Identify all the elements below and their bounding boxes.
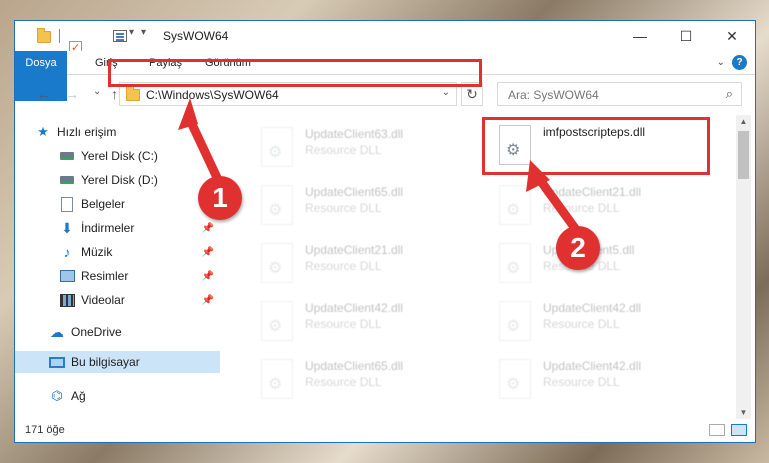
file-type: Resource DLL [305,317,382,331]
sidebar-item-label: Belgeler [81,197,126,211]
file-item[interactable]: ⚙ UpdateClient42.dll Resource DLL [247,297,467,347]
file-name: UpdateClient42.dll [305,301,404,315]
sidebar-item-label: Müzik [81,245,113,259]
sidebar-item-network[interactable]: ⌬ Ağ [15,385,220,407]
videos-icon [59,292,75,308]
file-name: UpdateClient65.dll [305,185,404,199]
sidebar-item-label: Bu bilgisayar [71,355,140,369]
toolbar-divider [59,29,60,43]
sidebar-item-label: Yerel Disk (C:) [81,149,158,163]
search-icon[interactable]: ⌕ [726,86,733,102]
dll-file-icon: ⚙ [261,185,293,225]
sidebar-item-label: İndirmeler [81,221,135,235]
file-name: UpdateClient63.dll [305,127,404,141]
recent-locations-button[interactable]: ⌄ [93,86,101,97]
pin-icon[interactable]: 📌 [202,247,214,258]
file-item[interactable]: ⚙ UpdateClient42.dll Resource DLL [485,297,705,347]
file-name: UpdateClient21.dll [305,243,404,257]
file-item[interactable]: ⚙ UpdateClient21.dll Resource DLL [247,239,467,289]
details-view-icon[interactable] [709,424,725,436]
file-item[interactable]: ⚙ UpdateClient63.dll Resource DLL [247,123,467,173]
ribbon-expand-icon[interactable]: ⌄ [717,57,725,68]
dll-file-icon: ⚙ [261,127,293,167]
window-title: SysWOW64 [163,29,229,43]
music-icon: ♪ [63,244,71,260]
sidebar-item-pictures[interactable]: Resimler 📌 [15,265,220,287]
file-name: UpdateClient42.dll [543,301,642,315]
star-icon: ★ [37,124,49,139]
dll-file-icon: ⚙ [261,301,293,341]
scrollbar-thumb[interactable] [738,131,749,179]
item-count: 171 öğe [25,424,65,436]
address-bar-highlight [108,59,482,87]
quick-access-pin-icon[interactable]: ▾ [141,27,146,43]
file-name: UpdateClient42.dll [543,359,642,373]
back-button[interactable]: ← [37,86,51,102]
file-type: Resource DLL [305,375,382,389]
up-button[interactable]: ↑ [111,86,118,102]
step-2-badge: 2 [556,226,600,270]
pictures-icon [59,268,75,284]
maximize-button[interactable]: ☐ [663,21,709,51]
network-icon: ⌬ [51,388,63,403]
sidebar-item-onedrive[interactable]: ☁ OneDrive [15,321,220,343]
file-item[interactable]: ⚙ UpdateClient42.dll Resource DLL [485,355,705,405]
computer-icon [49,354,65,370]
folder-icon [37,28,51,43]
file-type: Resource DLL [305,259,382,273]
vertical-scrollbar[interactable]: ▲ ▼ [736,115,751,419]
file-type: Resource DLL [305,143,382,157]
scroll-down-icon[interactable]: ▼ [736,408,751,417]
sidebar-item-label: Resimler [81,269,129,283]
sidebar-item-downloads[interactable]: ⬇ İndirmeler 📌 [15,217,220,239]
file-type: Resource DLL [543,317,620,331]
sidebar-item-music[interactable]: ♪ Müzik 📌 [15,241,220,263]
toolbar-dropdown-icon[interactable]: ▾ [129,27,134,43]
address-dropdown-icon[interactable]: ⌄ [442,87,450,98]
close-button[interactable]: ✕ [709,21,755,51]
customize-toolbar-icon[interactable] [113,30,127,42]
dll-file-icon: ⚙ [261,359,293,399]
sidebar-item-label: Hızlı erişim [57,125,117,139]
sidebar-item-label: OneDrive [71,325,122,339]
pin-icon[interactable]: 📌 [202,271,214,282]
dll-file-icon: ⚙ [499,359,531,399]
pin-icon[interactable]: 📌 [202,223,214,234]
file-name: UpdateClient65.dll [305,359,404,373]
download-icon: ⬇ [61,219,73,236]
cloud-icon: ☁ [50,323,64,340]
sidebar-item-label: Yerel Disk (D:) [81,173,158,187]
search-input[interactable]: Ara: SysWOW64 ⌕ [497,82,742,106]
sidebar-item-videos[interactable]: Videolar 📌 [15,289,220,311]
folder-icon [126,86,140,101]
help-icon[interactable]: ? [732,55,747,70]
file-item[interactable]: ⚙ UpdateClient65.dll Resource DLL [247,355,467,405]
search-placeholder: Ara: SysWOW64 [508,88,599,102]
status-bar: 171 öğe [15,420,755,442]
pin-icon[interactable]: 📌 [202,295,214,306]
tiles-view-icon[interactable] [731,424,747,436]
dll-file-icon: ⚙ [499,301,531,341]
disk-icon [59,172,75,188]
forward-button[interactable]: → [65,86,79,102]
scroll-up-icon[interactable]: ▲ [736,117,751,126]
step-1-badge: 1 [198,176,242,220]
sidebar-item-this-pc[interactable]: Bu bilgisayar [15,351,220,373]
file-type: Resource DLL [543,375,620,389]
sidebar-item-label: Videolar [81,293,125,307]
minimize-button[interactable]: — [617,21,663,51]
sidebar-item-label: Ağ [71,389,86,403]
file-item[interactable]: ⚙ UpdateClient65.dll Resource DLL [247,181,467,231]
title-bar: ▾ ▾ SysWOW64 — ☐ ✕ [15,21,755,70]
document-icon [59,196,75,212]
file-type: Resource DLL [305,201,382,215]
disk-icon [59,148,75,164]
dll-file-icon: ⚙ [261,243,293,283]
